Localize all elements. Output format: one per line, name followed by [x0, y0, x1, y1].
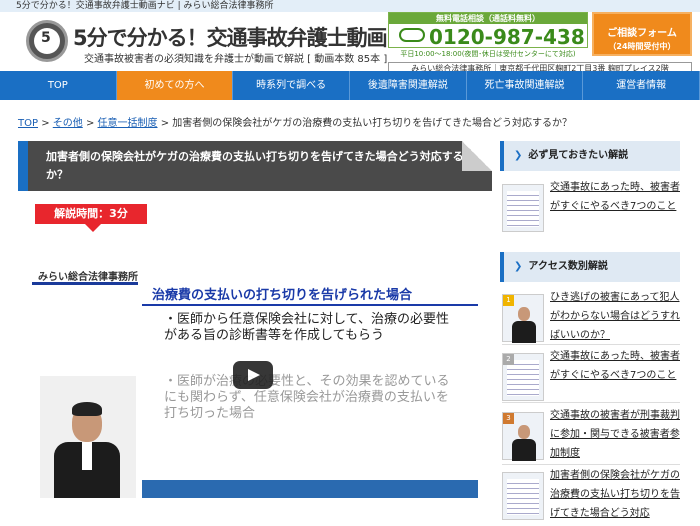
ranking-item-1[interactable]: 1 ひき逃げの被害にあって犯人がわからない場合はどうすればいいのか？ [502, 288, 680, 348]
article-heading-box: 加害者側の保険会社がケガの治療費の支払い打ち切りを告げてきた場合どう対応するか？ [18, 141, 492, 191]
breadcrumb-sep: > [85, 118, 98, 129]
clock-number: 5 [41, 30, 51, 46]
thumbnail-text-lines [507, 360, 539, 396]
divider [502, 344, 680, 345]
speaker-hair [72, 402, 102, 416]
breadcrumb-other[interactable]: その他 [53, 118, 83, 129]
article-heading: 加害者側の保険会社がケガの治療費の支払い打ち切りを告げてきた場合どう対応するか？ [46, 150, 464, 181]
free-dial-icon [399, 28, 425, 42]
divider [502, 402, 680, 403]
thumbnail-text-lines [507, 191, 539, 227]
speaker-thumbnail: 3 [502, 412, 544, 461]
speaker-shirt [82, 442, 92, 470]
article-thumbnail [502, 472, 544, 520]
sidebar-item-link[interactable]: 交通事故にあった時、被害者がすぐにやるべき7つのこと [550, 178, 680, 216]
sidebar-ranking-heading: ❯ アクセス数別解説 [500, 252, 680, 282]
divider [502, 464, 680, 465]
breadcrumb: TOP > その他 > 任意一括制度 > 加害者側の保険会社がケガの治療費の支払… [18, 114, 572, 129]
nav-fatal-accidents[interactable]: 死亡事故関連解説 [467, 71, 584, 100]
phone-number[interactable]: 0120-987-438 [399, 25, 585, 49]
nav-aftereffects[interactable]: 後遺障害関連解説 [350, 71, 467, 100]
ranking-item-link[interactable]: ひき逃げの被害にあって犯人がわからない場合はどうすればいいのか？ [550, 288, 680, 345]
breadcrumb-sep: > [41, 118, 53, 129]
breadcrumb-lump-sum[interactable]: 任意一括制度 [98, 118, 158, 129]
rank-badge: 3 [503, 413, 514, 424]
free-call-header: 無料電話相談（通話料無料） [389, 13, 587, 24]
thumbnail-text-lines [507, 479, 539, 515]
site-title[interactable]: 5分で分かる！交通事故弁護士動画ナビ [73, 22, 428, 52]
sidebar-must-see-item[interactable]: 交通事故にあった時、被害者がすぐにやるべき7つのこと [502, 178, 680, 238]
ranking-item-link[interactable]: 交通事故の被害者が刑事裁判に参加・関与できる被害者参加制度 [550, 406, 680, 463]
global-nav: TOP 初めての方へ 時系列で調べる 後遺障害関連解説 死亡事故関連解説 運営者… [0, 71, 700, 100]
slide-title-underline [142, 304, 478, 306]
ranking-item-2[interactable]: 2 交通事故にあった時、被害者がすぐにやるべき7つのこと [502, 347, 680, 407]
video-player[interactable]: みらい総合法律事務所 治療費の支払いの打ち切りを告げられた場合 ・医師から任意保… [32, 258, 480, 508]
chevron-right-icon: ❯ [514, 261, 523, 272]
article-thumbnail [502, 184, 544, 232]
sidebar-must-see-heading: ❯ 必ず見ておきたい解説 [500, 141, 680, 171]
site-subtitle: 交通事故被害者の必須知識を弁護士が動画で解説 [ 動画本数 85本 ] [84, 54, 388, 65]
breadcrumb-top[interactable]: TOP [18, 118, 38, 129]
sidebar-must-see-title: 必ず見ておきたい解説 [528, 150, 629, 161]
video-firm-underline [32, 282, 138, 285]
free-call-box[interactable]: 無料電話相談（通話料無料） 0120-987-438 [388, 12, 588, 49]
thumbnail-head [518, 425, 530, 439]
ranking-item-4[interactable]: 加害者側の保険会社がケガの治療費の支払い打ち切りを告げてきた場合どう対応 [502, 466, 680, 526]
article-thumbnail: 2 [502, 353, 544, 401]
ranking-item-3[interactable]: 3 交通事故の被害者が刑事裁判に参加・関与できる被害者参加制度 [502, 406, 680, 466]
sidebar-ranking-title: アクセス数別解説 [528, 261, 608, 272]
thumbnail-body [512, 321, 536, 343]
slide-title: 治療費の支払いの打ち切りを告げられた場合 [152, 288, 413, 303]
play-icon[interactable] [233, 361, 273, 389]
topbar-text: 5分で分かる！交通事故弁護士動画ナビ | みらい総合法律事務所 [16, 1, 274, 11]
slide-bullet-2: ・医師が治療の必要性と、その効果を認めているにも関わらず、任意保険会社が治療費の… [164, 374, 450, 421]
tel-hours: 平日10:00～18:00(夜間･休日は受付センターにて対応) [400, 50, 576, 58]
speaker-thumbnail: 1 [502, 294, 544, 343]
video-firm-name: みらい総合法律事務所 [38, 272, 138, 283]
duration-badge: 解説時間：3分 [35, 204, 147, 232]
ranking-item-link[interactable]: 交通事故にあった時、被害者がすぐにやるべき7つのこと [550, 347, 680, 385]
chevron-right-icon: ❯ [514, 150, 523, 161]
nav-timeline[interactable]: 時系列で調べる [233, 71, 351, 100]
clock-logo-icon[interactable]: 5 [26, 20, 68, 62]
phone-number-text: 0120-987-438 [429, 25, 585, 49]
rank-badge: 1 [503, 295, 514, 306]
rank-badge: 2 [503, 354, 514, 365]
breadcrumb-current: 加害者側の保険会社がケガの治療費の支払い打ち切りを告げてきた場合どう対応するか？ [172, 118, 572, 129]
breadcrumb-sep: > [160, 118, 173, 129]
thumbnail-body [512, 439, 536, 461]
slide-footer-bar [142, 480, 478, 498]
nav-operator[interactable]: 運営者情報 [583, 71, 700, 100]
ranking-item-link[interactable]: 加害者側の保険会社がケガの治療費の支払い打ち切りを告げてきた場合どう対応 [550, 466, 680, 523]
consult-form-hours: （24時間受付中） [608, 42, 676, 51]
topbar: 5分で分かる！交通事故弁護士動画ナビ | みらい総合法律事務所 [0, 0, 700, 12]
thumbnail-head [518, 307, 530, 321]
nav-first-time[interactable]: 初めての方へ [116, 71, 234, 100]
nav-top[interactable]: TOP [0, 71, 117, 100]
consult-form-label: ご相談フォーム [607, 28, 677, 39]
video-slide: 治療費の支払いの打ち切りを告げられた場合 ・医師から任意保険会社に対して、治療の… [142, 280, 478, 490]
page-curl-decoration [462, 141, 492, 171]
header: 5 5分で分かる！交通事故弁護士動画ナビ 交通事故被害者の必須知識を弁護士が動画… [0, 12, 700, 76]
speaker-image [40, 376, 136, 498]
slide-bullet-1: ・医師から任意保険会社に対して、治療の必要性がある旨の診断書等を作成してもらう [164, 312, 449, 343]
consult-form-button[interactable]: ご相談フォーム （24時間受付中） [592, 12, 692, 56]
